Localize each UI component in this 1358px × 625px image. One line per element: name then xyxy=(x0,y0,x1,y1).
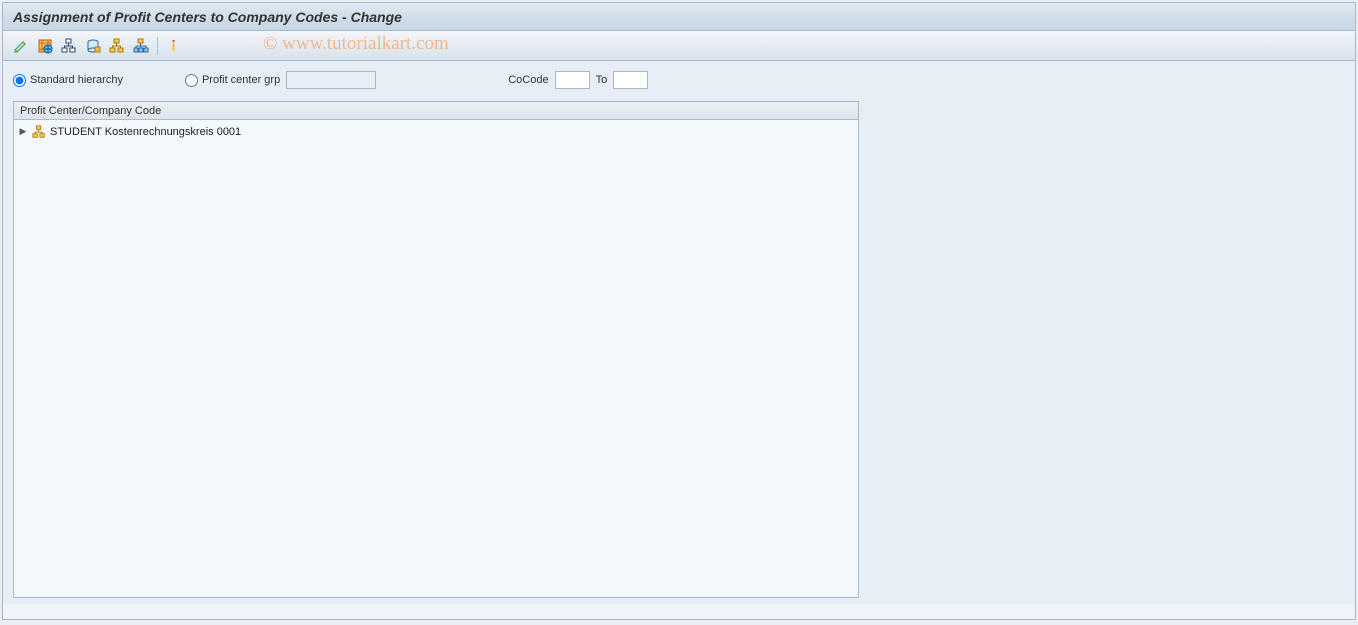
expand-icon[interactable]: ▶ xyxy=(18,126,28,137)
content-area: Standard hierarchy Profit center grp CoC… xyxy=(3,61,1355,604)
hierarchy-node-icon xyxy=(32,125,46,139)
org-chart-icon xyxy=(133,38,149,54)
org-chart-button[interactable] xyxy=(131,36,151,56)
profit-center-grp-radio-group[interactable]: Profit center grp xyxy=(185,74,280,87)
pencil-display-change-icon xyxy=(13,38,29,54)
display-change-button[interactable] xyxy=(11,36,31,56)
selection-row: Standard hierarchy Profit center grp CoC… xyxy=(13,71,1345,89)
profit-center-grp-label: Profit center grp xyxy=(202,74,280,86)
storage-icon xyxy=(85,38,101,54)
select-all-button[interactable] xyxy=(35,36,55,56)
title-bar: Assignment of Profit Centers to Company … xyxy=(3,3,1355,31)
tree-column-header: Profit Center/Company Code xyxy=(14,102,858,120)
to-label: To xyxy=(596,74,608,86)
cocode-to-input[interactable] xyxy=(613,71,648,89)
page-title: Assignment of Profit Centers to Company … xyxy=(13,9,402,25)
hierarchy-select-button[interactable] xyxy=(59,36,79,56)
watermark: © www.tutorialkart.com xyxy=(263,33,449,55)
expand-tree-button[interactable] xyxy=(107,36,127,56)
profit-center-grp-radio[interactable] xyxy=(185,74,198,87)
toolbar-separator xyxy=(157,37,158,55)
select-all-icon xyxy=(37,38,53,54)
profit-center-grp-input[interactable] xyxy=(286,71,376,89)
cocode-label: CoCode xyxy=(508,74,548,86)
app-window: Assignment of Profit Centers to Company … xyxy=(2,2,1356,620)
tree-item-label: STUDENT Kostenrechnungskreis 0001 xyxy=(50,126,241,138)
standard-hierarchy-radio-group[interactable]: Standard hierarchy xyxy=(13,74,123,87)
cocode-from-input[interactable] xyxy=(555,71,590,89)
storage-button[interactable] xyxy=(83,36,103,56)
toolbar: © www.tutorialkart.com xyxy=(3,31,1355,61)
standard-hierarchy-label: Standard hierarchy xyxy=(30,74,123,86)
hierarchy-icon xyxy=(61,38,77,54)
standard-hierarchy-radio[interactable] xyxy=(13,74,26,87)
hierarchy-tree-icon xyxy=(109,38,125,54)
tree-panel: Profit Center/Company Code ▶ STUDENT Kos… xyxy=(13,101,859,598)
tree-row[interactable]: ▶ STUDENT Kostenrechnungskreis 0001 xyxy=(18,123,854,140)
tree-body: ▶ STUDENT Kostenrechnungskreis 0001 xyxy=(14,120,858,143)
info-icon xyxy=(166,38,182,54)
info-button[interactable] xyxy=(164,36,184,56)
